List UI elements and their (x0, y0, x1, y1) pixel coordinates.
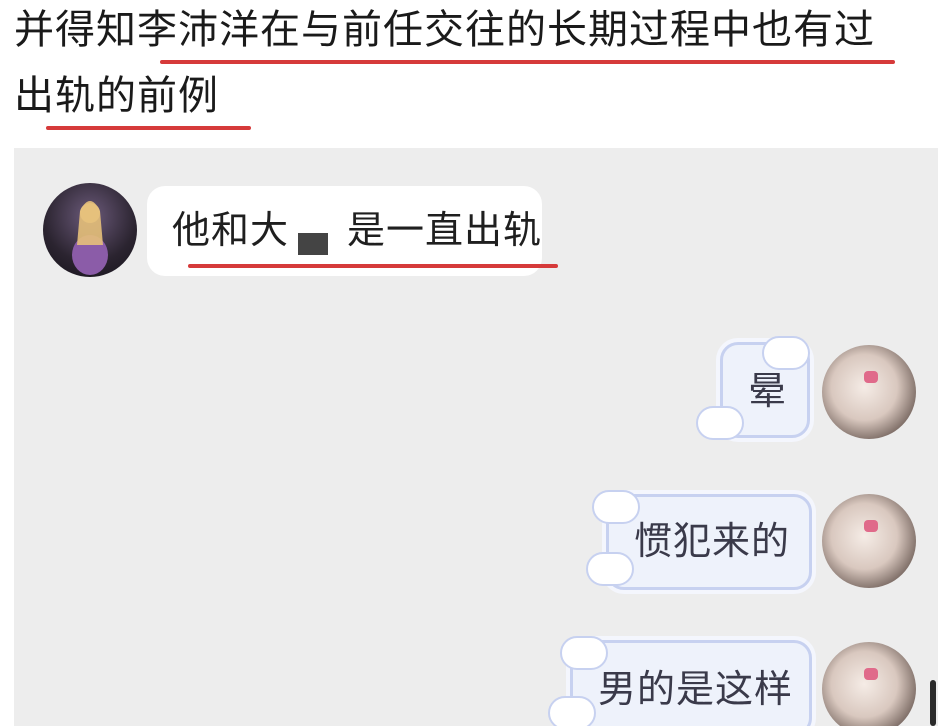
message-text-left-part2: 是一直出轨 (347, 208, 543, 252)
cloud-decoration-icon (696, 406, 744, 440)
message-text-right-1: 晕 (748, 369, 788, 413)
message-text-right-3: 男的是这样 (598, 667, 794, 711)
caption-underline-2 (46, 126, 251, 130)
message-text-left: 他和大 是一直出轨 (172, 207, 542, 253)
screenshot-page: 并得知李沛洋在与前任交往的长期过程中也有过 出轨的前例 他和大 是一直出轨 晕 惯… (0, 0, 938, 726)
cloud-decoration-icon (762, 336, 810, 370)
avatar-right-1[interactable] (822, 345, 916, 439)
avatar-right-2[interactable] (822, 494, 916, 588)
caption-line-1: 并得知李沛洋在与前任交往的长期过程中也有过 (14, 7, 875, 53)
message-text-left-part1: 他和大 (172, 208, 290, 252)
bow-icon (864, 520, 878, 532)
cloud-decoration-icon (548, 696, 596, 726)
message-text-right-2: 惯犯来的 (634, 519, 791, 563)
bow-icon (864, 371, 878, 383)
cloud-decoration-icon (592, 490, 640, 524)
caption-underline-1 (160, 60, 895, 64)
avatar-left[interactable] (43, 183, 137, 277)
scrollbar[interactable] (930, 680, 936, 726)
cloud-decoration-icon (560, 636, 608, 670)
caption-line-2: 出轨的前例 (14, 73, 219, 119)
bow-icon (864, 668, 878, 680)
censor-block (298, 233, 328, 255)
message-underline (188, 264, 558, 268)
avatar-right-3[interactable] (822, 642, 916, 726)
cloud-decoration-icon (586, 552, 634, 586)
